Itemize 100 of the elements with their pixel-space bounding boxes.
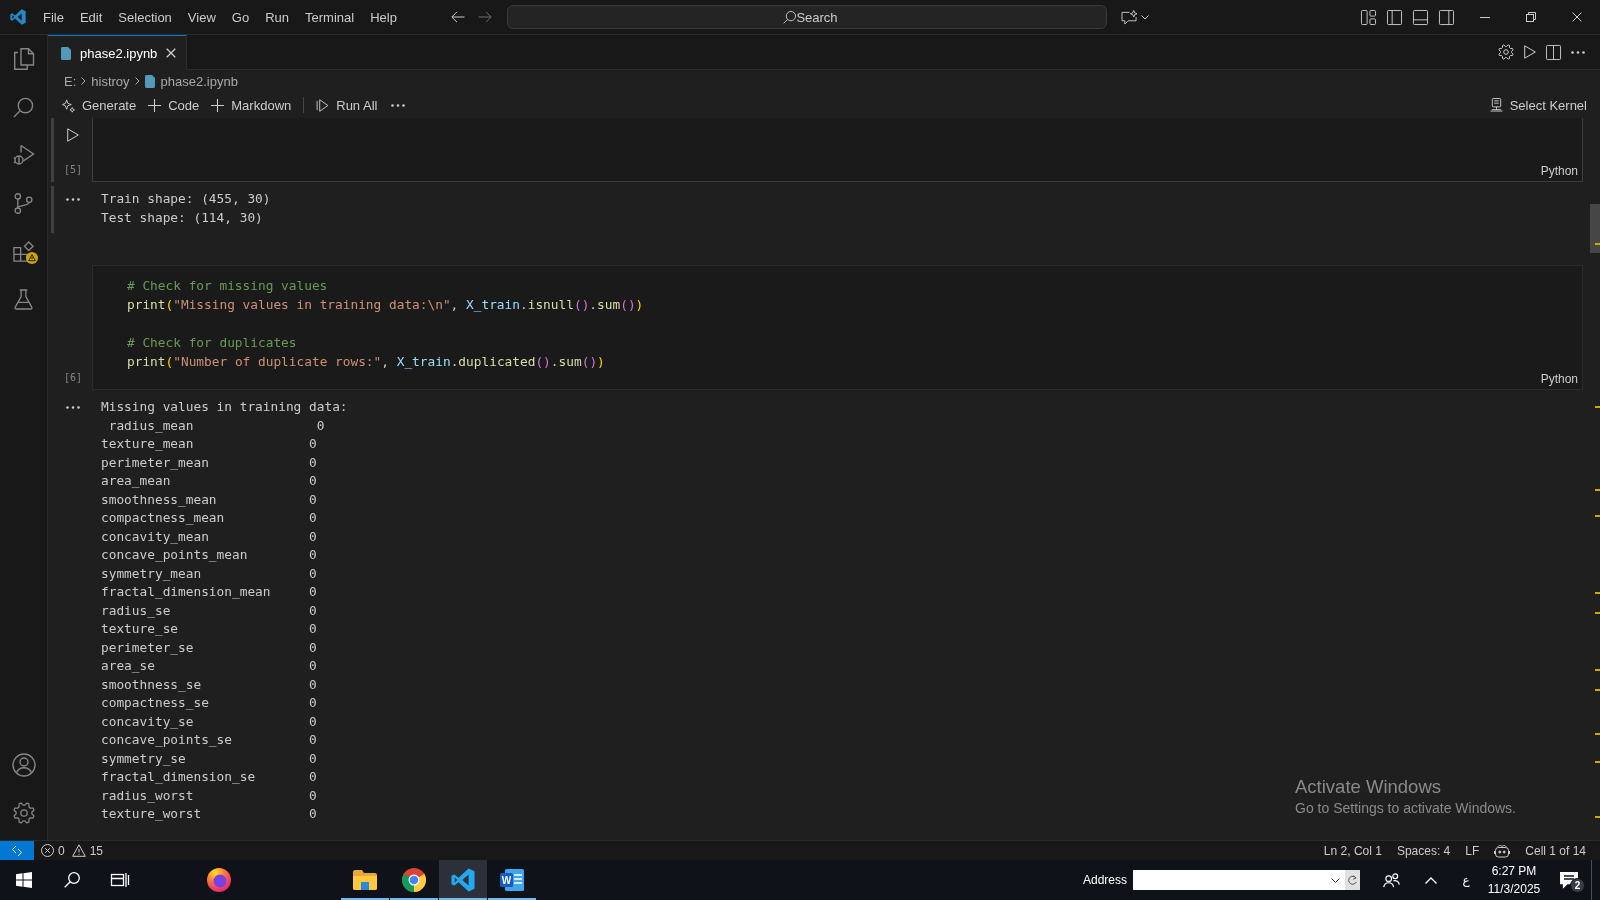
warning-icon[interactable] — [71, 844, 86, 857]
extensions-icon[interactable] — [13, 240, 34, 262]
cell-language-label[interactable]: Python — [1540, 371, 1578, 387]
folder-icon — [353, 868, 377, 892]
code-cell-editor[interactable]: Python — [92, 118, 1583, 182]
remote-icon — [11, 844, 23, 857]
output-line: fractal_dimension_mean 0 — [101, 583, 318, 601]
select-kernel-button[interactable]: Select Kernel — [1483, 95, 1587, 115]
output-line: smoothness_se 0 — [101, 675, 318, 694]
play-icon[interactable] — [1524, 45, 1536, 59]
run-all-button[interactable]: Run All — [310, 95, 384, 115]
code-line: print("Missing values in training data:\n", X_train.isnull().sum()) — [127, 296, 645, 314]
output-line: radius_worst 0 — [101, 786, 318, 805]
warning-count[interactable]: 15 — [89, 843, 104, 858]
close-icon[interactable] — [166, 48, 177, 58]
clock-time[interactable]: 6:27 PM — [1491, 862, 1537, 880]
run-all-icon — [316, 98, 330, 112]
input-language-indicator[interactable]: ع — [1451, 860, 1481, 900]
more-icon[interactable] — [66, 406, 80, 409]
error-icon[interactable] — [41, 844, 54, 857]
account-icon[interactable] — [11, 753, 36, 777]
add-cell-button[interactable]: Markdown — [205, 95, 298, 115]
menu-item[interactable]: Terminal — [297, 6, 363, 28]
output-line: fractal_dimension_se 0 — [101, 768, 318, 786]
menu-item[interactable]: Run — [257, 6, 297, 28]
remote-button[interactable] — [0, 841, 34, 860]
scrollbar-thumb[interactable] — [1590, 204, 1600, 253]
breadcrumb-item[interactable]: phase2.ipynb — [144, 73, 238, 89]
cell-focus-bar — [51, 186, 54, 233]
clock-date[interactable]: 11/3/2025 — [1487, 880, 1541, 898]
notebook-file-icon — [61, 46, 71, 60]
output-line: Test shape: (114, 30) — [101, 208, 264, 227]
browser-icon[interactable] — [207, 868, 231, 892]
menu-item[interactable]: View — [179, 6, 224, 28]
code-line: # Check for missing values — [127, 277, 329, 295]
split-editor-icon[interactable] — [1546, 44, 1561, 60]
flask-icon[interactable] — [14, 288, 33, 310]
menu-item[interactable]: Help — [362, 6, 405, 28]
code-cell-editor[interactable]: # Check for missing values print("Missing values in training data:\n", X_train.isnull().sum()) # Check for duplicates print("Number of duplicate rows:", X_train.duplicated().sum()) Python — [92, 265, 1583, 390]
chat-sparkle-icon[interactable] — [1121, 9, 1138, 25]
editor-tab[interactable]: phase2.ipynb — [48, 35, 188, 70]
activation-text: Go to Settings to activate Windows. — [1295, 799, 1516, 818]
menu-item[interactable]: Edit — [71, 6, 111, 28]
menu-item[interactable]: Selection — [110, 6, 180, 28]
cell-language-label[interactable]: Python — [1540, 163, 1578, 179]
more-icon[interactable] — [1571, 50, 1585, 54]
menu-item[interactable]: File — [35, 6, 72, 28]
notification-count[interactable]: 2 — [1570, 878, 1585, 893]
more-icon[interactable] — [391, 103, 406, 107]
status-item[interactable]: Ln 2, Col 1 — [1323, 843, 1382, 858]
files-icon[interactable] — [13, 48, 34, 70]
sparkle-icon — [62, 98, 75, 112]
taskbar-button[interactable] — [439, 860, 487, 900]
search-field[interactable]: Search — [507, 5, 1107, 29]
sidebar-left-icon[interactable] — [1387, 9, 1402, 25]
address-field[interactable] — [1133, 870, 1345, 890]
dropdown-icon[interactable] — [1331, 878, 1340, 883]
chevron-up-icon[interactable] — [1425, 876, 1437, 884]
output-line: concave_points_se 0 — [101, 731, 318, 749]
settings-icon[interactable] — [12, 802, 35, 824]
chevron-down-icon[interactable] — [1141, 14, 1149, 20]
search-icon[interactable] — [64, 872, 80, 888]
breadcrumb-item[interactable]: histroy — [91, 73, 130, 89]
back-arrow-icon[interactable] — [451, 11, 465, 23]
output-line: perimeter_se 0 — [101, 638, 318, 657]
output-line: area_mean 0 — [101, 472, 318, 490]
more-icon[interactable] — [66, 198, 80, 201]
layout-grid-icon[interactable] — [1361, 9, 1376, 25]
output-line: concavity_se 0 — [101, 712, 318, 731]
status-item[interactable]: LF — [1465, 843, 1480, 858]
status-item[interactable]: Spaces: 4 — [1396, 843, 1451, 858]
robot-face-icon[interactable] — [1494, 843, 1511, 858]
play-bug-icon[interactable] — [12, 144, 35, 166]
search-icon — [783, 11, 796, 24]
refresh-icon[interactable] — [1345, 870, 1360, 890]
output-line: radius_mean 0 — [107, 416, 326, 435]
add-cell-button[interactable]: Code — [142, 95, 206, 115]
browser-icon — [402, 868, 426, 892]
output-line: texture_mean 0 — [101, 435, 318, 453]
stacked-windows-icon[interactable] — [111, 872, 129, 888]
breadcrumb-item[interactable]: E: — [64, 73, 77, 89]
error-count[interactable]: 0 — [58, 843, 65, 858]
close-icon[interactable] — [1572, 12, 1582, 22]
source-control-icon[interactable] — [14, 192, 33, 214]
generate-button[interactable]: Generate — [56, 95, 143, 115]
activation-title: Activate Windows — [1295, 776, 1442, 798]
minimize-icon[interactable] — [1480, 16, 1490, 18]
output-line: area_se 0 — [101, 657, 318, 675]
menu-item[interactable]: Go — [223, 6, 258, 28]
taskbar-button[interactable]: W — [488, 860, 536, 900]
settings-icon[interactable] — [1498, 44, 1514, 60]
status-item[interactable]: Cell 1 of 14 — [1525, 843, 1586, 858]
people-icon[interactable] — [1382, 872, 1400, 888]
panel-bottom-icon[interactable] — [1413, 9, 1428, 25]
window-panes-icon[interactable] — [16, 872, 32, 888]
restore-icon[interactable] — [1526, 12, 1536, 22]
play-icon[interactable] — [67, 128, 79, 142]
output-line: Train shape: (455, 30) — [101, 190, 271, 208]
app-logo-icon — [9, 9, 26, 25]
sidebar-right-icon[interactable] — [1439, 9, 1454, 25]
